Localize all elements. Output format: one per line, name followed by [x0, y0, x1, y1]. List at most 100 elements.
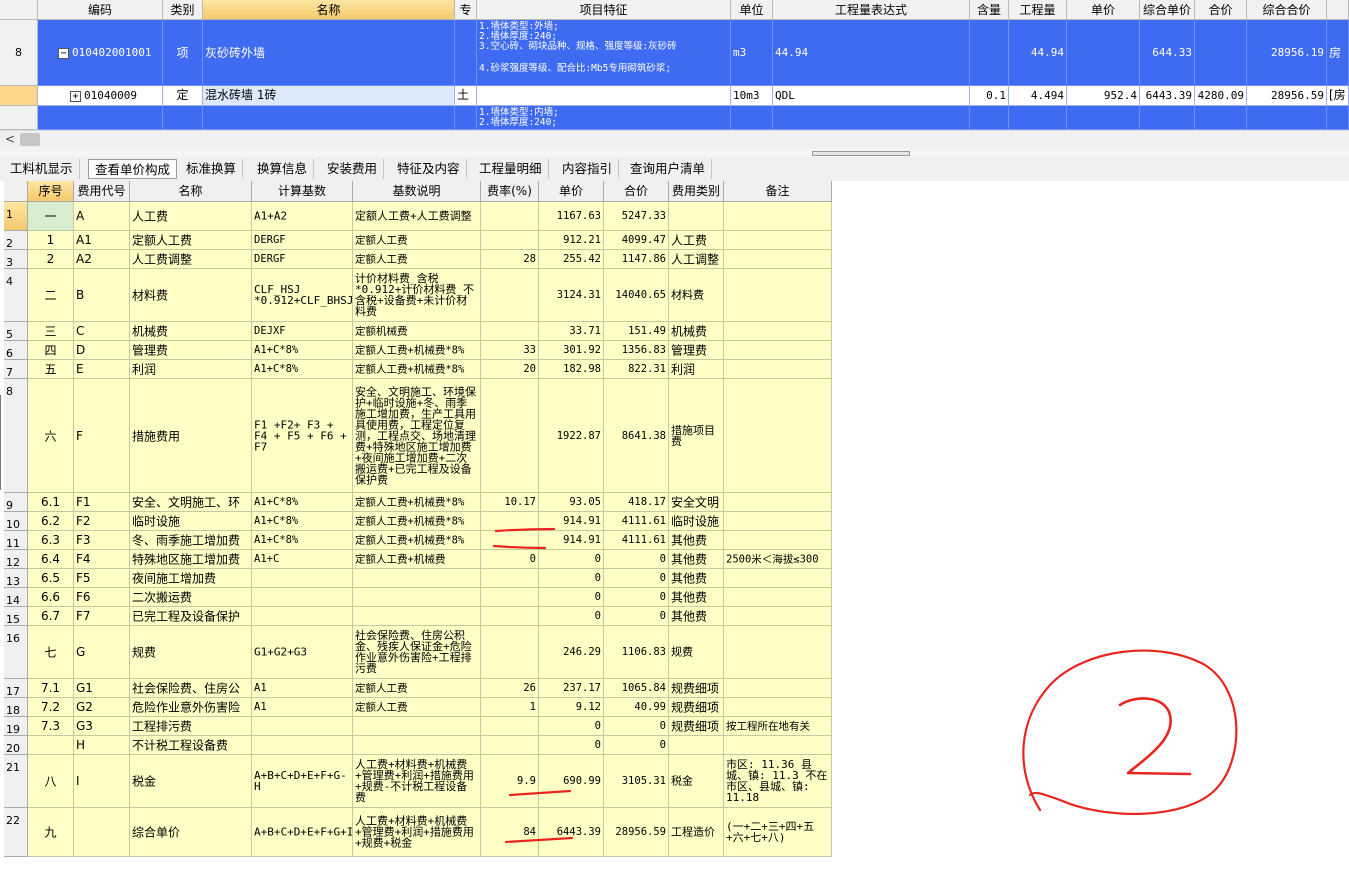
row-number[interactable]: 5 — [4, 322, 28, 341]
cell-unit-price[interactable]: 255.42 — [539, 250, 604, 269]
cell-fee-code[interactable]: E — [74, 360, 130, 379]
cell-note[interactable] — [724, 231, 832, 250]
col-header-base[interactable]: 计算基数 — [252, 181, 353, 202]
cell-base[interactable]: A1+C — [252, 550, 353, 569]
cell-content[interactable] — [970, 106, 1009, 130]
cell-name[interactable]: 利润 — [130, 360, 252, 379]
col-header-comp-price[interactable]: 综合单价 — [1140, 0, 1195, 20]
tab-features-content[interactable]: 特征及内容 — [391, 159, 467, 179]
cell-rate[interactable] — [481, 626, 539, 679]
cell-rate[interactable]: 20 — [481, 360, 539, 379]
col-header-fee-category[interactable]: 费用类别 — [669, 181, 724, 202]
cell-rate[interactable] — [481, 231, 539, 250]
cell-fee-code[interactable]: A1 — [74, 231, 130, 250]
col-header-code[interactable]: 编码 — [38, 0, 163, 20]
cell-base[interactable]: DEJXF — [252, 322, 353, 341]
cell-base-desc[interactable]: 计价材料费_含税*0.912+计价材料费_不含税+设备费+未计价材料费 — [353, 269, 481, 322]
cell-fee-code[interactable]: F4 — [74, 550, 130, 569]
cell-comp-price[interactable]: 644.33 — [1140, 20, 1195, 86]
cell-seq[interactable]: 七 — [28, 626, 74, 679]
cell-name[interactable]: 规费 — [130, 626, 252, 679]
cell-base[interactable]: A1+C*8% — [252, 341, 353, 360]
cell-unit[interactable] — [731, 106, 773, 130]
cell-name[interactable]: 夜间施工增加费 — [130, 569, 252, 588]
table-row[interactable]: 1.墙体类型:内墙; 2.墙体厚度:240; — [38, 106, 1349, 130]
cell-seq[interactable]: 6.2 — [28, 512, 74, 531]
tab-content-guide[interactable]: 内容指引 — [556, 159, 620, 179]
cell-spec[interactable] — [455, 106, 477, 130]
cell-fee-code[interactable]: F3 — [74, 531, 130, 550]
cell-features[interactable]: 1.墙体类型:外墙; 2.墙体厚度:240; 3.空心砖、砌块品种、规格、强度等… — [477, 20, 731, 86]
cell-base-desc[interactable]: 定额人工费+机械费 — [353, 550, 481, 569]
col-header-base-desc[interactable]: 基数说明 — [353, 181, 481, 202]
row-header[interactable]: 8 — [0, 20, 38, 86]
cell-fee-category[interactable]: 临时设施 — [669, 512, 724, 531]
cell-name[interactable]: 不计税工程设备费 — [130, 736, 252, 755]
cell-name[interactable]: 管理费 — [130, 341, 252, 360]
cell-fee-code[interactable] — [74, 808, 130, 857]
cell-base-desc[interactable]: 社会保险费、住房公积金、残疾人保证金+危险作业意外伤害险+工程排污费 — [353, 626, 481, 679]
cell-comp-total[interactable]: 28956.19 — [1247, 20, 1327, 86]
cell-base-desc[interactable]: 定额人工费+人工费调整 — [353, 202, 481, 231]
cell-qty[interactable]: 44.94 — [1009, 20, 1067, 86]
cell-fee-category[interactable]: 人工费 — [669, 231, 724, 250]
col-header-spec[interactable]: 专 — [455, 0, 477, 20]
cell-seq[interactable]: 7.1 — [28, 679, 74, 698]
cell-rate[interactable] — [481, 736, 539, 755]
cell-note[interactable] — [724, 531, 832, 550]
cell-name[interactable]: 社会保险费、住房公 — [130, 679, 252, 698]
cell-seq[interactable]: 一 — [28, 202, 74, 231]
cell-type[interactable]: 项 — [163, 20, 203, 86]
cell-fee-category[interactable] — [669, 202, 724, 231]
cell-rate[interactable]: 0 — [481, 550, 539, 569]
cell-fee-code[interactable]: F — [74, 379, 130, 493]
cell-note[interactable] — [724, 322, 832, 341]
cell-name[interactable]: 混水砖墙 1砖 — [203, 86, 455, 106]
cell-note[interactable]: 2500米＜海拔≤300 — [724, 550, 832, 569]
cell-base-desc[interactable]: 定额机械费 — [353, 322, 481, 341]
cell-base[interactable]: A1+C*8% — [252, 531, 353, 550]
cell-unit-price[interactable]: 0 — [539, 569, 604, 588]
cell-note[interactable] — [724, 360, 832, 379]
cell-fee-category[interactable]: 其他费 — [669, 607, 724, 626]
cell-comp-total[interactable]: 28956.59 — [1247, 86, 1327, 106]
cell-expr[interactable] — [773, 106, 970, 130]
cell-name[interactable]: 临时设施 — [130, 512, 252, 531]
cell-base-desc[interactable]: 人工费+材料费+机械费+管理费+利润+措施费用+规费+税金 — [353, 808, 481, 857]
row-number[interactable]: 1 — [4, 202, 28, 231]
cell-base[interactable] — [252, 569, 353, 588]
cell-rate[interactable] — [481, 512, 539, 531]
col-header-name[interactable]: 名称 — [130, 181, 252, 202]
cell-rate[interactable] — [481, 202, 539, 231]
cell-name[interactable]: 材料费 — [130, 269, 252, 322]
tab-query-user-list[interactable]: 查询用户清单 — [624, 159, 713, 179]
cell-base[interactable]: CLF_HSJ *0.912+CLF_BHSJ+SBF+ZCF — [252, 269, 353, 322]
cell-base-desc[interactable] — [353, 569, 481, 588]
row-number[interactable]: 18 — [4, 698, 28, 717]
scroll-left-button[interactable]: < — [2, 131, 18, 148]
cell-total[interactable]: 5247.33 — [604, 202, 669, 231]
cell-total[interactable]: 0 — [604, 569, 669, 588]
expand-icon[interactable]: + — [70, 90, 81, 102]
cell-fee-code[interactable]: I — [74, 755, 130, 808]
cell-content[interactable]: 0.1 — [970, 86, 1009, 106]
cell-rate[interactable] — [481, 569, 539, 588]
cell-seq[interactable]: 6.5 — [28, 569, 74, 588]
cell-fee-category[interactable]: 其他费 — [669, 569, 724, 588]
cell-type[interactable]: 定 — [163, 86, 203, 106]
cell-seq[interactable] — [28, 736, 74, 755]
cell-base[interactable]: A1+A2 — [252, 202, 353, 231]
row-number[interactable]: 9 — [4, 493, 28, 512]
row-number[interactable]: 17 — [4, 679, 28, 698]
cell-total[interactable]: 822.31 — [604, 360, 669, 379]
cell-total[interactable]: 1147.86 — [604, 250, 669, 269]
col-header-total[interactable]: 合价 — [1195, 0, 1247, 20]
col-header-rate[interactable]: 费率(%) — [481, 181, 539, 202]
cell-price[interactable]: 952.4 — [1067, 86, 1140, 106]
cell-unit-price[interactable]: 93.05 — [539, 493, 604, 512]
cell-seq[interactable]: 三 — [28, 322, 74, 341]
cell-unit-price[interactable]: 0 — [539, 588, 604, 607]
col-header-unit-price[interactable]: 单价 — [539, 181, 604, 202]
cell-total[interactable] — [1195, 106, 1247, 130]
cell-unit-price[interactable]: 1922.87 — [539, 379, 604, 493]
